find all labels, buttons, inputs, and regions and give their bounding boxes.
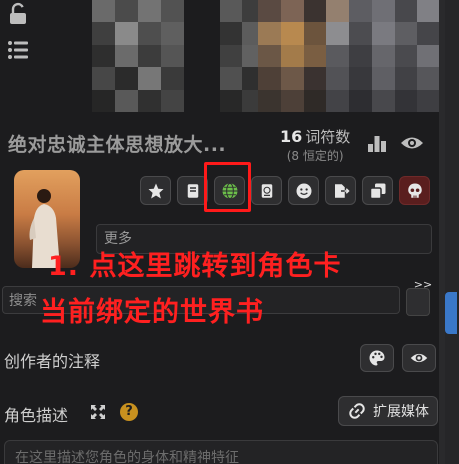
persona-button[interactable] — [288, 176, 319, 205]
eye-icon[interactable] — [400, 134, 424, 152]
book-icon — [187, 183, 198, 198]
token-count: 16 — [280, 127, 303, 146]
character-name: 绝对忠诚主体思想放大... — [8, 134, 227, 156]
notes-view-button[interactable] — [402, 344, 436, 372]
favorite-button[interactable] — [140, 176, 171, 205]
search-placeholder: 搜索 — [9, 293, 37, 309]
delete-button[interactable] — [399, 176, 430, 205]
annotation-line-1: 1. 点这里跳转到角色卡 — [48, 251, 342, 282]
creator-notes-row: 创作者的注释 — [4, 342, 438, 376]
duplicate-icon — [369, 183, 385, 199]
export-button[interactable] — [325, 176, 356, 205]
expand-media-label: 扩展媒体 — [373, 404, 429, 420]
smiley-icon — [296, 183, 311, 198]
token-permanent: (8 恒定的) — [286, 149, 344, 163]
skull-icon — [407, 183, 422, 198]
annotation-line-2: 当前绑定的世界书 — [40, 297, 264, 328]
link-icon — [349, 403, 365, 419]
duplicate-button[interactable] — [362, 176, 393, 205]
creator-notes-label: 创作者的注释 — [4, 352, 101, 371]
token-label: 词符数 — [305, 128, 351, 146]
scrollbar-thumb[interactable] — [445, 292, 457, 334]
star-icon — [148, 183, 163, 198]
gallery-thumbnail[interactable] — [92, 0, 184, 112]
token-counter: 16 词符数 (8 恒定的) — [280, 126, 350, 164]
expand-media-button[interactable]: 扩展媒体 — [338, 396, 438, 426]
stats-icon[interactable] — [368, 134, 386, 152]
help-icon[interactable]: ? — [120, 403, 138, 421]
char-description-label: 角色描述 — [4, 406, 69, 425]
gallery-thumbnail[interactable] — [258, 0, 440, 112]
char-description-textarea[interactable]: 在这里描述您角色的身体和精神特征 — [4, 440, 438, 464]
avatar-gallery-blurred — [60, 0, 440, 118]
passport-icon — [261, 183, 272, 198]
notes-style-button[interactable] — [360, 344, 394, 372]
left-rail — [0, 0, 40, 80]
scrollbar-track[interactable] — [445, 0, 459, 464]
eye-icon — [410, 353, 428, 363]
character-editor-panel: 绝对忠诚主体思想放大... 16 词符数 (8 恒定的) 更多 搜索 >> 1.… — [0, 0, 459, 464]
char-description-row: 角色描述 ? 扩展媒体 — [4, 396, 438, 430]
lock-open-icon[interactable] — [6, 2, 30, 26]
export-icon — [334, 183, 350, 198]
character-header: 绝对忠诚主体思想放大... 16 词符数 (8 恒定的) — [8, 126, 440, 166]
list-icon[interactable] — [6, 38, 30, 62]
chat-lore-button[interactable] — [251, 176, 282, 205]
maximize-icon[interactable] — [90, 404, 106, 420]
side-tool-button[interactable] — [406, 288, 430, 316]
palette-icon — [369, 350, 385, 366]
annotation-highlight-box — [204, 162, 251, 212]
